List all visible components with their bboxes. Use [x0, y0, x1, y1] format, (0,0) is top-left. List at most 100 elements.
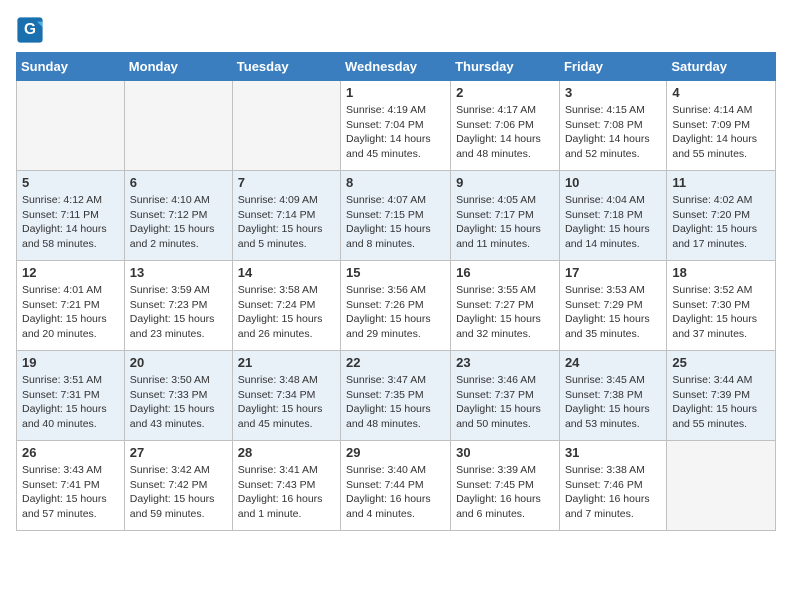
day-number: 11 — [672, 175, 770, 190]
day-info: Sunrise: 4:15 AM Sunset: 7:08 PM Dayligh… — [565, 103, 661, 162]
day-info: Sunrise: 3:59 AM Sunset: 7:23 PM Dayligh… — [130, 283, 227, 342]
day-info: Sunrise: 3:50 AM Sunset: 7:33 PM Dayligh… — [130, 373, 227, 432]
day-number: 29 — [346, 445, 445, 460]
calendar-cell: 13 Sunrise: 3:59 AM Sunset: 7:23 PM Dayli… — [124, 261, 232, 351]
calendar-cell: 19 Sunrise: 3:51 AM Sunset: 7:31 PM Dayli… — [17, 351, 125, 441]
calendar-cell: 9 Sunrise: 4:05 AM Sunset: 7:17 PM Daylig… — [451, 171, 560, 261]
day-number: 10 — [565, 175, 661, 190]
calendar-table: SundayMondayTuesdayWednesdayThursdayFrid… — [16, 52, 776, 531]
calendar-header: SundayMondayTuesdayWednesdayThursdayFrid… — [17, 53, 776, 81]
calendar-cell: 3 Sunrise: 4:15 AM Sunset: 7:08 PM Daylig… — [559, 81, 666, 171]
day-number: 18 — [672, 265, 770, 280]
calendar-cell: 26Sunrise: 3:43 AM Sunset: 7:41 PM Dayli… — [17, 441, 125, 531]
calendar-cell: 15 Sunrise: 3:56 AM Sunset: 7:26 PM Dayli… — [341, 261, 451, 351]
logo: G — [16, 16, 46, 44]
day-info: Sunrise: 4:09 AM Sunset: 7:14 PM Dayligh… — [238, 193, 335, 252]
day-number: 13 — [130, 265, 227, 280]
day-info: Sunrise: 3:51 AM Sunset: 7:31 PM Dayligh… — [22, 373, 119, 432]
day-info: Sunrise: 4:12 AM Sunset: 7:11 PM Dayligh… — [22, 193, 119, 252]
calendar-cell: 17 Sunrise: 3:53 AM Sunset: 7:29 PM Dayli… — [559, 261, 666, 351]
day-info: Sunrise: 4:19 AM Sunset: 7:04 PM Dayligh… — [346, 103, 445, 162]
day-info: Sunrise: 4:01 AM Sunset: 7:21 PM Dayligh… — [22, 283, 119, 342]
calendar-cell: 2Sunrise: 4:17 AM Sunset: 7:06 PM Daylig… — [451, 81, 560, 171]
calendar-cell: 20 Sunrise: 3:50 AM Sunset: 7:33 PM Dayli… — [124, 351, 232, 441]
day-info: Sunrise: 4:05 AM Sunset: 7:17 PM Dayligh… — [456, 193, 554, 252]
day-number: 25 — [672, 355, 770, 370]
day-number: 15 — [346, 265, 445, 280]
calendar-cell: 16 Sunrise: 3:55 AM Sunset: 7:27 PM Dayli… — [451, 261, 560, 351]
calendar-cell: 12 Sunrise: 4:01 AM Sunset: 7:21 PM Dayli… — [17, 261, 125, 351]
logo-icon: G — [16, 16, 44, 44]
calendar-cell — [232, 81, 340, 171]
day-info: Sunrise: 4:14 AM Sunset: 7:09 PM Dayligh… — [672, 103, 770, 162]
calendar-cell — [17, 81, 125, 171]
day-info: Sunrise: 3:38 AM Sunset: 7:46 PM Dayligh… — [565, 463, 661, 522]
calendar-cell: 5 Sunrise: 4:12 AM Sunset: 7:11 PM Daylig… — [17, 171, 125, 261]
calendar-week-row: 19 Sunrise: 3:51 AM Sunset: 7:31 PM Dayli… — [17, 351, 776, 441]
calendar-cell: 8Sunrise: 4:07 AM Sunset: 7:15 PM Daylig… — [341, 171, 451, 261]
calendar-cell: 24Sunrise: 3:45 AM Sunset: 7:38 PM Dayli… — [559, 351, 666, 441]
calendar-cell: 21 Sunrise: 3:48 AM Sunset: 7:34 PM Dayli… — [232, 351, 340, 441]
day-info: Sunrise: 4:02 AM Sunset: 7:20 PM Dayligh… — [672, 193, 770, 252]
day-info: Sunrise: 3:42 AM Sunset: 7:42 PM Dayligh… — [130, 463, 227, 522]
calendar-cell: 28 Sunrise: 3:41 AM Sunset: 7:43 PM Dayli… — [232, 441, 340, 531]
calendar-cell: 1Sunrise: 4:19 AM Sunset: 7:04 PM Daylig… — [341, 81, 451, 171]
day-info: Sunrise: 3:44 AM Sunset: 7:39 PM Dayligh… — [672, 373, 770, 432]
day-number: 19 — [22, 355, 119, 370]
calendar-week-row: 1Sunrise: 4:19 AM Sunset: 7:04 PM Daylig… — [17, 81, 776, 171]
calendar-cell: 4 Sunrise: 4:14 AM Sunset: 7:09 PM Daylig… — [667, 81, 776, 171]
calendar-body: 1Sunrise: 4:19 AM Sunset: 7:04 PM Daylig… — [17, 81, 776, 531]
day-number: 2 — [456, 85, 554, 100]
day-info: Sunrise: 3:41 AM Sunset: 7:43 PM Dayligh… — [238, 463, 335, 522]
calendar-cell: 22Sunrise: 3:47 AM Sunset: 7:35 PM Dayli… — [341, 351, 451, 441]
day-header: Monday — [124, 53, 232, 81]
day-number: 16 — [456, 265, 554, 280]
day-header: Tuesday — [232, 53, 340, 81]
day-header: Sunday — [17, 53, 125, 81]
calendar-cell: 25 Sunrise: 3:44 AM Sunset: 7:39 PM Dayli… — [667, 351, 776, 441]
day-number: 5 — [22, 175, 119, 190]
calendar-week-row: 5 Sunrise: 4:12 AM Sunset: 7:11 PM Daylig… — [17, 171, 776, 261]
day-info: Sunrise: 3:53 AM Sunset: 7:29 PM Dayligh… — [565, 283, 661, 342]
day-number: 26 — [22, 445, 119, 460]
day-number: 23 — [456, 355, 554, 370]
day-info: Sunrise: 3:46 AM Sunset: 7:37 PM Dayligh… — [456, 373, 554, 432]
day-info: Sunrise: 4:10 AM Sunset: 7:12 PM Dayligh… — [130, 193, 227, 252]
day-number: 7 — [238, 175, 335, 190]
day-number: 9 — [456, 175, 554, 190]
calendar-week-row: 26Sunrise: 3:43 AM Sunset: 7:41 PM Dayli… — [17, 441, 776, 531]
calendar-cell — [667, 441, 776, 531]
calendar-cell: 23 Sunrise: 3:46 AM Sunset: 7:37 PM Dayli… — [451, 351, 560, 441]
day-info: Sunrise: 3:56 AM Sunset: 7:26 PM Dayligh… — [346, 283, 445, 342]
day-number: 17 — [565, 265, 661, 280]
day-number: 3 — [565, 85, 661, 100]
calendar-cell: 18 Sunrise: 3:52 AM Sunset: 7:30 PM Dayli… — [667, 261, 776, 351]
calendar-cell: 29 Sunrise: 3:40 AM Sunset: 7:44 PM Dayli… — [341, 441, 451, 531]
calendar-cell: 7 Sunrise: 4:09 AM Sunset: 7:14 PM Daylig… — [232, 171, 340, 261]
calendar-cell: 31Sunrise: 3:38 AM Sunset: 7:46 PM Dayli… — [559, 441, 666, 531]
svg-text:G: G — [24, 21, 36, 38]
day-number: 21 — [238, 355, 335, 370]
day-info: Sunrise: 3:40 AM Sunset: 7:44 PM Dayligh… — [346, 463, 445, 522]
day-header: Wednesday — [341, 53, 451, 81]
day-number: 22 — [346, 355, 445, 370]
day-number: 12 — [22, 265, 119, 280]
day-info: Sunrise: 3:45 AM Sunset: 7:38 PM Dayligh… — [565, 373, 661, 432]
day-number: 27 — [130, 445, 227, 460]
day-number: 20 — [130, 355, 227, 370]
calendar-cell: 10Sunrise: 4:04 AM Sunset: 7:18 PM Dayli… — [559, 171, 666, 261]
day-info: Sunrise: 3:48 AM Sunset: 7:34 PM Dayligh… — [238, 373, 335, 432]
calendar-cell: 30Sunrise: 3:39 AM Sunset: 7:45 PM Dayli… — [451, 441, 560, 531]
day-number: 6 — [130, 175, 227, 190]
day-header: Thursday — [451, 53, 560, 81]
day-number: 4 — [672, 85, 770, 100]
day-header: Friday — [559, 53, 666, 81]
day-info: Sunrise: 4:07 AM Sunset: 7:15 PM Dayligh… — [346, 193, 445, 252]
day-info: Sunrise: 3:55 AM Sunset: 7:27 PM Dayligh… — [456, 283, 554, 342]
day-number: 28 — [238, 445, 335, 460]
calendar-cell: 11 Sunrise: 4:02 AM Sunset: 7:20 PM Dayli… — [667, 171, 776, 261]
day-info: Sunrise: 3:52 AM Sunset: 7:30 PM Dayligh… — [672, 283, 770, 342]
day-info: Sunrise: 3:39 AM Sunset: 7:45 PM Dayligh… — [456, 463, 554, 522]
day-info: Sunrise: 3:58 AM Sunset: 7:24 PM Dayligh… — [238, 283, 335, 342]
calendar-cell — [124, 81, 232, 171]
